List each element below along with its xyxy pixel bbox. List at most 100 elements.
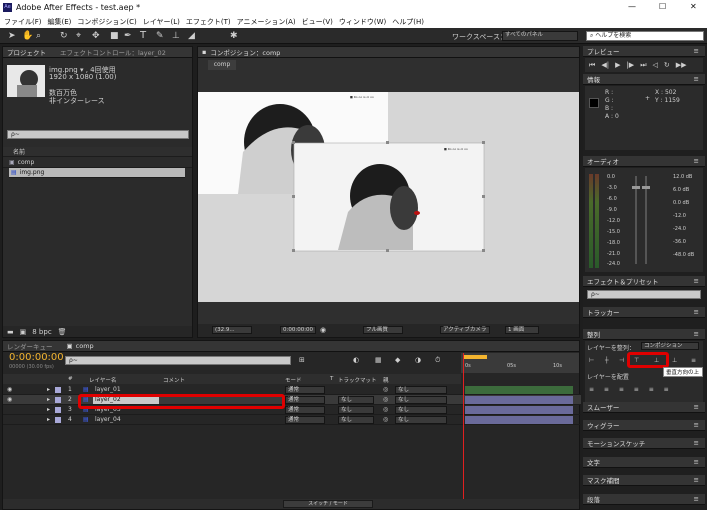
maximize-button[interactable]: ☐ — [659, 2, 666, 11]
menu-icon[interactable]: ≡ — [694, 458, 699, 466]
column-header-name[interactable]: 名前 — [3, 147, 192, 157]
label-color-swatch[interactable] — [55, 386, 61, 393]
time-ruler[interactable]: 0s 05s 10s — [461, 353, 579, 373]
project-item-img[interactable]: ▤ img.png — [9, 168, 185, 178]
zoom-dropdown[interactable]: (32.9... — [212, 326, 252, 334]
folder-icon[interactable]: ▬ — [7, 328, 14, 336]
stamp-tool-icon[interactable]: ⊥ — [172, 31, 180, 41]
info-header[interactable]: 情報 ≡ — [583, 74, 705, 85]
mode-dropdown[interactable]: 通常 — [285, 415, 325, 424]
align-extra-icon[interactable]: ≡ — [691, 357, 696, 364]
label-color-swatch[interactable] — [55, 416, 61, 423]
project-item-comp[interactable]: ▣ comp — [3, 158, 192, 168]
views-dropdown[interactable]: 1 画面 — [505, 326, 539, 334]
camera-tool-icon[interactable]: ⌖ — [76, 31, 81, 41]
resolution-dropdown[interactable]: フル画質 — [363, 326, 403, 334]
minimize-button[interactable]: — — [628, 2, 636, 11]
layer-duration-bar[interactable] — [465, 416, 573, 424]
col-layer-name[interactable]: レイヤー名 — [89, 376, 116, 384]
tab-project[interactable]: プロジェクト — [7, 47, 46, 57]
menu-view[interactable]: ビュー(V) — [302, 17, 333, 27]
effects-search-input[interactable]: ρ~ — [587, 290, 701, 299]
audio-slider-left[interactable] — [635, 176, 637, 264]
menu-animation[interactable]: アニメーション(A) — [237, 17, 296, 27]
brush-tool-icon[interactable]: ✎ — [156, 31, 164, 41]
menu-file[interactable]: ファイル(F) — [4, 17, 42, 27]
menu-icon[interactable]: ≡ — [694, 277, 699, 285]
wiggler-header[interactable]: ウィグラー ≡ — [583, 420, 705, 431]
switches-modes-toggle[interactable]: スイッチ / モード — [283, 500, 373, 508]
layer-duration-bar[interactable] — [465, 396, 573, 404]
menu-icon[interactable]: ≡ — [694, 421, 699, 429]
trackmatte-dropdown[interactable]: なし — [338, 405, 374, 414]
parent-icon[interactable]: ◎ — [383, 396, 388, 403]
project-search-input[interactable]: ρ~ — [7, 130, 189, 139]
ram-preview-icon[interactable]: ▶▶ — [676, 61, 687, 69]
workspace-dropdown[interactable]: すべてのパネル — [502, 31, 578, 41]
tab-effect-controls[interactable]: エフェクトコントロール：layer_02 — [60, 47, 166, 57]
zoom-tool-icon[interactable]: ⌕ — [36, 31, 41, 41]
menu-effect[interactable]: エフェクト(T) — [186, 17, 231, 27]
smoother-header[interactable]: スムーザー ≡ — [583, 402, 705, 413]
mask-interpolation-header[interactable]: マスク補間 ≡ — [583, 475, 705, 486]
pan-tool-icon[interactable]: ✥ — [92, 31, 100, 41]
eraser-tool-icon[interactable]: ◢ — [188, 31, 195, 41]
next-frame-icon[interactable]: |▶ — [626, 61, 634, 69]
shy-icon[interactable]: ◑ — [415, 356, 421, 364]
parent-dropdown[interactable]: なし — [395, 415, 447, 424]
align-header[interactable]: 整列 ≡ — [583, 329, 705, 340]
align-hcenter-icon[interactable]: ┼ — [605, 357, 609, 364]
bpc-label[interactable]: 8 bpc — [32, 328, 51, 336]
tab-timeline-comp[interactable]: comp — [76, 342, 94, 350]
align-to-dropdown[interactable]: コンポジション — [641, 342, 699, 350]
menu-help[interactable]: ヘルプ(H) — [392, 17, 424, 27]
new-comp-icon[interactable]: ▣ — [20, 328, 27, 336]
parent-dropdown[interactable]: なし — [395, 405, 447, 414]
menu-layer[interactable]: レイヤー(L) — [143, 17, 180, 27]
mode-dropdown[interactable]: 通常 — [285, 385, 325, 394]
expand-arrow-icon[interactable]: ▸ — [47, 416, 50, 423]
layer-name[interactable]: layer_01 — [95, 386, 121, 393]
character-header[interactable]: 文字 ≡ — [583, 457, 705, 468]
comp-timecode[interactable]: 0:00:00:00 — [280, 326, 316, 334]
close-button[interactable]: ✕ — [690, 2, 697, 11]
menu-icon[interactable]: ≡ — [694, 47, 699, 55]
menu-icon[interactable]: ≡ — [694, 403, 699, 411]
menu-icon[interactable]: ≡ — [694, 476, 699, 484]
frame-blend-icon[interactable]: ▦ — [375, 356, 382, 364]
menu-icon[interactable]: ≡ — [694, 75, 699, 83]
lock-icon[interactable]: ▪ — [202, 48, 206, 56]
stopwatch-icon[interactable]: ⏱ — [435, 356, 440, 365]
parent-dropdown[interactable]: なし — [395, 385, 447, 394]
align-left-icon[interactable]: ⊢ — [589, 357, 594, 364]
parent-icon[interactable]: ◎ — [383, 406, 388, 413]
expand-arrow-icon[interactable]: ▸ — [47, 396, 50, 403]
comp-subtab[interactable]: comp — [208, 60, 236, 70]
menu-icon[interactable]: ≡ — [694, 308, 699, 316]
layer-name[interactable]: layer_04 — [95, 416, 121, 423]
work-area-bar[interactable] — [463, 355, 487, 359]
menu-window[interactable]: ウィンドウ(W) — [339, 17, 386, 27]
audio-slider-right[interactable] — [645, 176, 647, 264]
table-row[interactable]: ▸ 4 ▤ layer_04 通常 なし ◎ なし — [3, 415, 581, 425]
tracker-header[interactable]: トラッカー ≡ — [583, 307, 705, 318]
motion-blur-icon[interactable]: ◐ — [353, 356, 359, 364]
parent-icon[interactable]: ◎ — [383, 416, 388, 423]
timeline-timecode[interactable]: 0:00:00:00 — [9, 352, 64, 363]
audio-header[interactable]: オーディオ ≡ — [583, 156, 705, 167]
expand-arrow-icon[interactable]: ▸ — [47, 386, 50, 393]
menu-icon[interactable]: ≡ — [694, 330, 699, 338]
help-search-input[interactable]: ⌕ ヘルプを検索 — [586, 31, 704, 41]
first-frame-icon[interactable]: ⏮ — [589, 61, 595, 70]
mode-dropdown[interactable]: 通常 — [285, 395, 325, 404]
mute-icon[interactable]: ◁ — [653, 61, 658, 69]
trackmatte-dropdown[interactable]: なし — [338, 395, 374, 404]
play-icon[interactable]: ▶ — [615, 61, 620, 69]
tab-composition[interactable]: コンポジション：comp — [210, 47, 280, 57]
eye-icon[interactable]: ◉ — [7, 396, 12, 403]
graph-editor-icon[interactable]: ⊞ — [299, 356, 305, 364]
comp-canvas[interactable]: ■ Ro oo is ol oo ■ Ro oo is ol oo — [198, 92, 579, 302]
hand-tool-icon[interactable]: ✋ — [22, 31, 33, 41]
layer-duration-bar[interactable] — [465, 406, 573, 414]
align-bottom-icon[interactable]: ⊥ — [672, 357, 677, 364]
